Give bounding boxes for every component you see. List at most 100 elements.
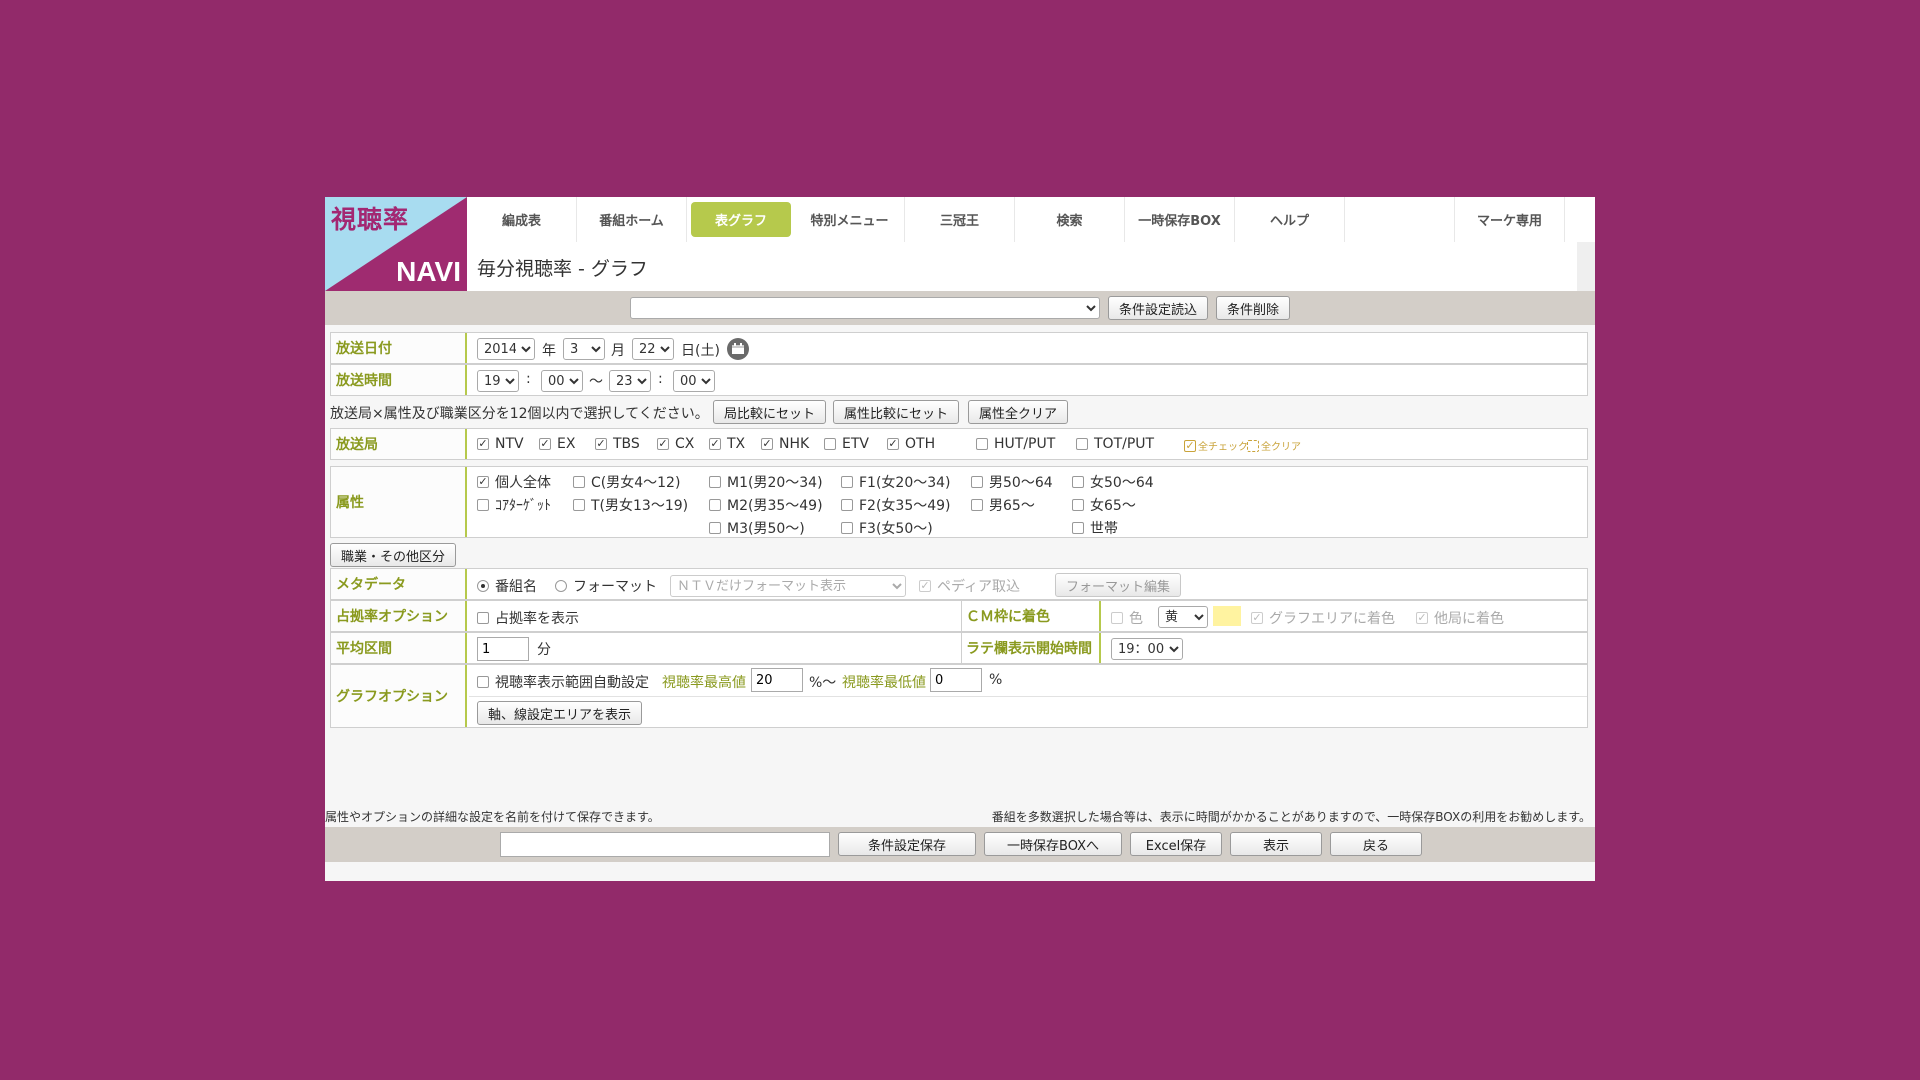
other-station-checkbox[interactable]: ✓ 他局に着色 <box>1416 608 1504 628</box>
attribute-checkbox[interactable]: F1(女20〜34) <box>841 472 951 492</box>
auto-range-checkbox[interactable]: 視聴率表示範囲自動設定 <box>477 672 649 692</box>
station-checkbox-label: OTH <box>905 436 936 452</box>
attribute-checkbox-label: F1(女20〜34) <box>859 475 951 491</box>
excel-save-button[interactable]: Excel保存 <box>1130 832 1222 856</box>
station-checkbox-cx[interactable]: ✓ CX <box>657 436 694 452</box>
scrollbar[interactable] <box>1577 242 1595 291</box>
save-condition-button[interactable]: 条件設定保存 <box>838 832 976 856</box>
station-checkbox-nhk[interactable]: ✓ NHK <box>761 436 809 452</box>
format-radio[interactable]: フォーマット <box>555 576 657 596</box>
attribute-checkbox[interactable]: M2(男35〜49) <box>709 495 823 515</box>
average-label: 平均区間 <box>331 633 467 663</box>
station-checkbox-hut-put[interactable]: HUT/PUT <box>976 436 1055 452</box>
calendar-icon[interactable] <box>727 338 749 360</box>
nav-triple-crown[interactable]: 三冠王 <box>905 197 1015 242</box>
axis-settings-button[interactable]: 軸、線設定エリアを表示 <box>477 701 643 725</box>
station-checkbox-oth[interactable]: ✓ OTH <box>887 436 935 452</box>
average-input[interactable] <box>477 637 529 661</box>
attribute-checkbox-box <box>709 522 721 534</box>
station-checkbox-tot-put[interactable]: TOT/PUT <box>1076 436 1154 452</box>
set-attribute-compare-button[interactable]: 属性比較にセット <box>833 400 960 424</box>
max-rate-input[interactable] <box>751 668 803 692</box>
attribute-checkbox[interactable]: C(男女4〜12) <box>573 472 680 492</box>
year-select[interactable]: 2014 <box>477 338 535 360</box>
nav-table-graph[interactable]: 表グラフ <box>691 202 791 237</box>
end-minute-select[interactable]: 00 <box>673 370 715 392</box>
cm-color-checkbox[interactable]: 色 <box>1111 608 1143 628</box>
nav-schedule[interactable]: 編成表 <box>467 197 577 242</box>
attribute-checkbox[interactable]: M1(男20〜34) <box>709 472 823 492</box>
nav-marketing[interactable]: マーケ専用 <box>1455 197 1565 242</box>
attribute-checkbox[interactable]: 女65〜 <box>1072 495 1136 515</box>
station-checkbox-box: ✓ <box>539 437 551 450</box>
station-checkbox-label: TOT/PUT <box>1094 436 1155 452</box>
min-rate-input[interactable] <box>930 668 982 692</box>
station-checkbox-label: TX <box>727 436 746 452</box>
graph-options-row: グラフオプション 視聴率表示範囲自動設定 視聴率最高値 %〜 視聴率最低値 % … <box>330 664 1588 728</box>
share-option-label: 占拠率オプション <box>331 601 467 631</box>
nav-help[interactable]: ヘルプ <box>1235 197 1345 242</box>
min-rate-label: 視聴率最低値 <box>842 675 926 691</box>
nav-search[interactable]: 検索 <box>1015 197 1125 242</box>
program-name-radio[interactable]: 番組名 <box>477 576 537 596</box>
station-checkbox-tx[interactable]: ✓ TX <box>709 436 745 452</box>
station-checkbox-tbs[interactable]: ✓ TBS <box>595 436 640 452</box>
station-checkbox-label: NHK <box>779 436 810 452</box>
wiki-import-checkbox[interactable]: ✓ ペディア取込 <box>919 576 1020 596</box>
attribute-checkbox[interactable]: T(男女13〜19) <box>573 495 688 515</box>
display-button[interactable]: 表示 <box>1230 832 1322 856</box>
attribute-checkbox[interactable]: ｺｱﾀｰｹﾞｯﾄ <box>477 495 551 515</box>
graph-area-checkbox[interactable]: ✓ グラフエリアに着色 <box>1251 608 1395 628</box>
check-all-link[interactable]: ✓ 全チェック <box>1184 438 1248 453</box>
station-checkbox-ex[interactable]: ✓ EX <box>539 436 575 452</box>
attribute-checkbox-label: C(男女4〜12) <box>591 475 681 491</box>
day-select[interactable]: 22 <box>632 338 674 360</box>
share-cm-row: 占拠率オプション 占拠率を表示 ＣＭ枠に着色 色 黄 ✓ グラフエリアに着色 ✓ 他… <box>330 600 1588 632</box>
load-condition-button[interactable]: 条件設定読込 <box>1108 296 1209 320</box>
clear-attributes-button[interactable]: 属性全クリア <box>968 400 1069 424</box>
end-hour-select[interactable]: 23 <box>609 370 651 392</box>
start-hour-select[interactable]: 19 <box>477 370 519 392</box>
attribute-checkbox-box <box>971 499 983 511</box>
station-checkbox-etv[interactable]: ETV <box>824 436 869 452</box>
back-button[interactable]: 戻る <box>1330 832 1422 856</box>
share-checkbox[interactable]: 占拠率を表示 <box>477 608 579 628</box>
graph-options-label: グラフオプション <box>331 665 467 727</box>
save-name-input[interactable] <box>500 832 830 857</box>
station-checkbox-ntv[interactable]: ✓ NTV <box>477 436 524 452</box>
max-rate-label: 視聴率最高値 <box>662 675 746 691</box>
rate-start-select[interactable]: 19：00 <box>1111 638 1183 660</box>
clear-all-link[interactable]: 全クリア <box>1247 438 1301 453</box>
station-checkbox-box: ✓ <box>709 437 721 450</box>
cm-color-select[interactable]: 黄 <box>1158 606 1208 628</box>
logo[interactable]: 視聴率 NAVI <box>325 197 467 291</box>
set-station-compare-button[interactable]: 局比較にセット <box>713 400 827 424</box>
nav-program-home[interactable]: 番組ホーム <box>577 197 687 242</box>
attribute-checkbox[interactable]: F3(女50〜) <box>841 518 933 538</box>
top-navigation: 編成表 番組ホーム 表グラフ 特別メニュー 三冠王 検索 一時保存BOX ヘルプ… <box>467 197 1595 242</box>
format-edit-button[interactable]: フォーマット編集 <box>1055 573 1182 597</box>
attribute-row: 属性 ✓ 個人全体 ｺｱﾀｰｹﾞｯﾄ C(男女4〜12) T(男女13〜19) M1(男2… <box>330 466 1588 538</box>
cm-color-swatch[interactable] <box>1213 606 1241 626</box>
attribute-checkbox[interactable]: 男50〜64 <box>971 472 1053 492</box>
attribute-checkbox[interactable]: 男65〜 <box>971 495 1035 515</box>
occupation-button[interactable]: 職業・その他区分 <box>330 543 457 567</box>
month-select[interactable]: 3 <box>563 338 605 360</box>
condition-select[interactable] <box>630 297 1100 319</box>
attribute-checkbox[interactable]: M3(男50〜) <box>709 518 805 538</box>
attribute-checkbox[interactable]: 世帯 <box>1072 518 1118 538</box>
nav-special-menu[interactable]: 特別メニュー <box>795 197 905 242</box>
attribute-checkbox[interactable]: F2(女35〜49) <box>841 495 951 515</box>
nav-temp-box[interactable]: 一時保存BOX <box>1125 197 1235 242</box>
temp-box-button[interactable]: 一時保存BOXへ <box>984 832 1122 856</box>
attribute-checkbox[interactable]: ✓ 個人全体 <box>477 472 551 492</box>
page-title: 毎分視聴率 - グラフ <box>477 258 648 280</box>
attribute-checkbox[interactable]: 女50〜64 <box>1072 472 1154 492</box>
attribute-checkbox-label: 世帯 <box>1090 521 1118 537</box>
cm-color-checkbox-box <box>1111 612 1123 624</box>
delete-condition-button[interactable]: 条件削除 <box>1216 296 1291 320</box>
station-checkbox-label: NTV <box>495 436 524 452</box>
format-display-select[interactable]: ＮＴＶだけフォーマット表示 <box>670 575 906 597</box>
start-minute-select[interactable]: 00 <box>541 370 583 392</box>
auto-range-label: 視聴率表示範囲自動設定 <box>495 675 649 691</box>
